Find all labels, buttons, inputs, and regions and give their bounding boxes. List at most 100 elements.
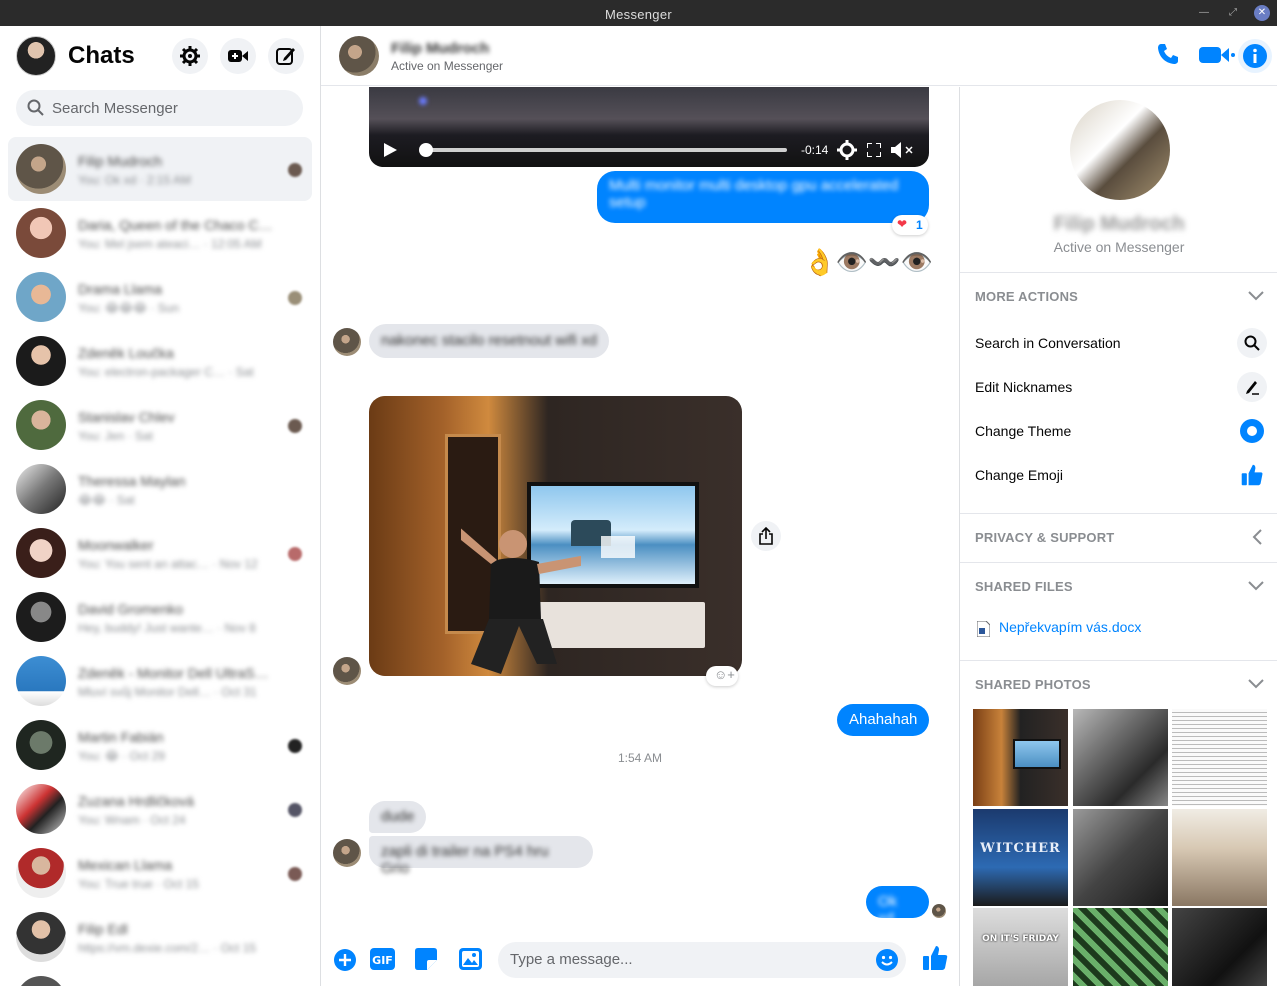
- shared-photo-thumbnail[interactable]: [1172, 809, 1267, 906]
- change-emoji-button[interactable]: [1237, 460, 1267, 490]
- chevron-left-icon[interactable]: [1252, 529, 1262, 545]
- my-avatar[interactable]: [16, 36, 56, 76]
- video-progress-track[interactable]: [421, 148, 787, 152]
- sender-avatar[interactable]: [333, 657, 361, 685]
- conversation-item[interactable]: Zdeněk - Monitor Dell UltraS… Mluví svůj…: [8, 649, 312, 713]
- message-input-placeholder: Type a message...: [510, 951, 633, 968]
- edit-nicknames-button[interactable]: [1237, 372, 1267, 402]
- emoji-icon[interactable]: [876, 949, 898, 971]
- outgoing-message[interactable]: Multi monitor multi desktop gpu accelera…: [597, 171, 929, 223]
- incoming-message[interactable]: zapli di trailer na PS4 hru Grio: [369, 836, 593, 877]
- message-composer: GIF Type a message...: [321, 938, 959, 986]
- thumbs-up-icon: [1241, 464, 1263, 486]
- shared-photo-thumbnail[interactable]: [973, 709, 1068, 806]
- conversation-item[interactable]: Filip Mudroch You: Ok xd · 2:15 AM: [8, 137, 312, 201]
- fullscreen-icon[interactable]: [867, 143, 881, 157]
- conversation-item[interactable]: Martin Fabián You: 😂 · Oct 29: [8, 713, 312, 777]
- info-avatar[interactable]: [1070, 100, 1170, 200]
- conversation-item[interactable]: Daria, Queen of the Chaco C… You: Mel js…: [8, 201, 312, 265]
- shared-photo-thumbnail[interactable]: [1073, 908, 1168, 986]
- outgoing-message[interactable]: Ok xd: [866, 886, 929, 927]
- more-actions-header[interactable]: MORE ACTIONS: [975, 289, 1078, 304]
- conversation-item[interactable]: Zdeněk Loučka You: electron-packager C… …: [8, 329, 312, 393]
- search-messenger-input[interactable]: Search Messenger: [16, 90, 303, 126]
- add-reaction-button[interactable]: ☺+: [706, 666, 738, 686]
- change-emoji[interactable]: Change Emoji: [975, 467, 1063, 483]
- image-icon[interactable]: [459, 948, 482, 970]
- mute-icon[interactable]: [891, 142, 915, 158]
- theme-color-icon: [1240, 419, 1264, 443]
- emoji-message[interactable]: 👌👁️〰️👁️: [793, 247, 934, 278]
- search-conversation-button[interactable]: [1237, 328, 1267, 358]
- gif-icon[interactable]: GIF: [370, 948, 395, 970]
- thumbs-up-icon[interactable]: [921, 944, 949, 972]
- shared-photos-header[interactable]: SHARED PHOTOS: [975, 677, 1091, 692]
- outgoing-message[interactable]: Ahahahah: [837, 704, 929, 736]
- conversation-name: Theressa Maylan: [78, 473, 186, 489]
- sticker-icon[interactable]: [415, 948, 437, 970]
- read-receipt-avatar: [288, 291, 302, 305]
- minimize-icon[interactable]: —: [1196, 5, 1212, 21]
- new-message-button[interactable]: [268, 38, 304, 74]
- shared-files-header[interactable]: SHARED FILES: [975, 579, 1073, 594]
- conversation-item[interactable]: Mexican Llama You: True true · Oct 15: [8, 841, 312, 905]
- conversation-item[interactable]: Filip Edl https://vm.dexie.com/2… · Oct …: [8, 905, 312, 969]
- contact-name: Filip Mudroch: [391, 40, 490, 57]
- share-button[interactable]: [751, 521, 781, 551]
- conversation-item[interactable]: Stanislav Chlev You: Jen · Sat: [8, 393, 312, 457]
- conversation-item[interactable]: Zuzana Hrdličková You: Wnam · Oct 24: [8, 777, 312, 841]
- conversation-name: Drama Llama: [78, 281, 163, 297]
- shared-photo-thumbnail[interactable]: [1172, 908, 1267, 986]
- maximize-icon[interactable]: ⤢: [1225, 5, 1241, 21]
- sender-avatar[interactable]: [333, 839, 361, 867]
- contact-avatar[interactable]: [339, 36, 379, 76]
- settings-button[interactable]: [172, 38, 208, 74]
- video-scrubber[interactable]: [419, 143, 433, 157]
- photo-message[interactable]: [369, 396, 742, 676]
- plus-circle-icon[interactable]: [333, 948, 357, 972]
- message-input[interactable]: Type a message...: [498, 942, 906, 978]
- video-controls: -0:14: [369, 133, 929, 167]
- shared-photo-thumbnail[interactable]: [1073, 809, 1168, 906]
- shared-photo-thumbnail[interactable]: ON IT'S FRIDAY: [973, 908, 1068, 986]
- incoming-message[interactable]: dude: [369, 801, 426, 833]
- shared-photo-thumbnail[interactable]: WITCHER: [973, 809, 1068, 906]
- conversation-preview: https://vm.dexie.com/2… · Oct 15: [78, 941, 257, 955]
- sender-avatar[interactable]: [333, 328, 361, 356]
- video-message[interactable]: -0:14: [369, 87, 929, 167]
- chevron-down-icon[interactable]: [1248, 291, 1264, 301]
- incoming-message[interactable]: nakonec stacilo resetnout wifi xd: [369, 324, 609, 358]
- conversation-header: Filip Mudroch Active on Messenger: [321, 26, 1277, 86]
- conversation-preview: You: electron-packager C… · Sat: [78, 365, 254, 379]
- gear-icon: [180, 46, 200, 66]
- shared-file-link[interactable]: Nepřekvapím vás.docx: [999, 619, 1141, 635]
- edit-nicknames[interactable]: Edit Nicknames: [975, 379, 1072, 395]
- shared-photo-thumbnail[interactable]: [1073, 709, 1168, 806]
- compose-icon: [276, 48, 295, 65]
- conversation-info-button[interactable]: [1238, 39, 1272, 73]
- conversation-item[interactable]: Moonwalker You: You sent an attac… · Nov…: [8, 521, 312, 585]
- search-icon: [1244, 335, 1260, 351]
- conversation-item[interactable]: David Gromenko Hey, buddy! Just wante… ·…: [8, 585, 312, 649]
- phone-icon[interactable]: [1156, 42, 1180, 66]
- play-icon[interactable]: [383, 143, 397, 157]
- video-settings-icon[interactable]: [837, 140, 857, 160]
- change-theme[interactable]: Change Theme: [975, 423, 1071, 439]
- conversation-avatar: [16, 208, 66, 258]
- chevron-down-icon[interactable]: [1248, 581, 1264, 591]
- search-in-conversation[interactable]: Search in Conversation: [975, 335, 1121, 351]
- conversation-item[interactable]: [8, 969, 312, 986]
- video-call-icon[interactable]: [1199, 44, 1235, 66]
- conversation-item[interactable]: Drama Llama You: 😂😂😂 · Sun: [8, 265, 312, 329]
- new-video-call-button[interactable]: [220, 38, 256, 74]
- conversation-name: Zuzana Hrdličková: [78, 793, 194, 809]
- change-theme-button[interactable]: [1237, 416, 1267, 446]
- conversation-avatar: [16, 784, 66, 834]
- privacy-support-header[interactable]: PRIVACY & SUPPORT: [975, 530, 1114, 545]
- chevron-down-icon[interactable]: [1248, 679, 1264, 689]
- shared-photo-thumbnail[interactable]: [1172, 709, 1267, 806]
- conversation-preview: You: Jen · Sat: [78, 429, 153, 443]
- close-window-icon[interactable]: ✕: [1254, 5, 1270, 21]
- conversation-item[interactable]: Theressa Maylan 😂😂 · Sat: [8, 457, 312, 521]
- reaction-badge[interactable]: ❤ 1: [892, 215, 928, 235]
